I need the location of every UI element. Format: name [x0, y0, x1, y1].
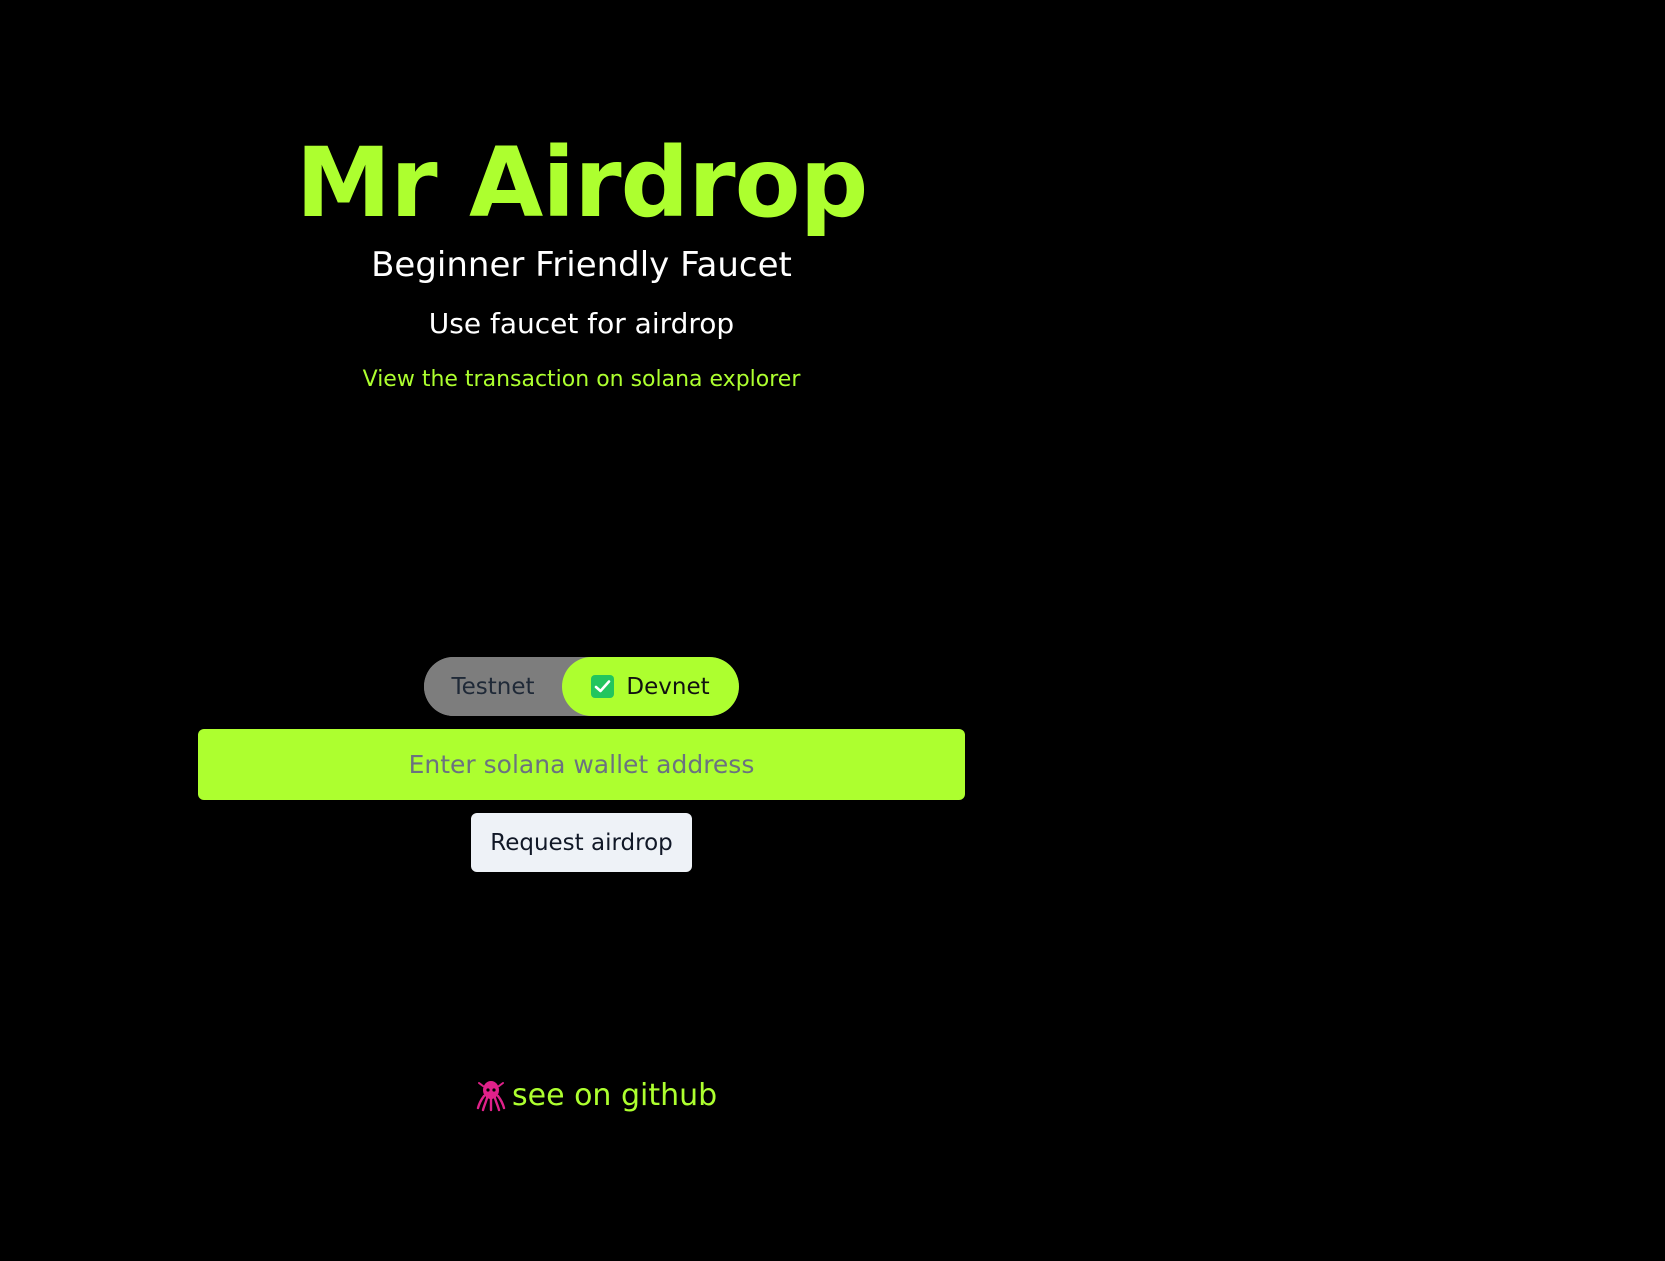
github-link[interactable]: see on github — [476, 1076, 717, 1116]
network-option-label: Devnet — [626, 673, 710, 700]
request-airdrop-button[interactable]: Request airdrop — [471, 813, 692, 872]
network-toggle: Testnet Devnet — [424, 657, 739, 716]
wallet-address-input[interactable] — [198, 729, 965, 800]
network-option-label: Testnet — [451, 673, 535, 700]
faucet-hint: Use faucet for airdrop — [428, 307, 735, 340]
faucet-page: Mr Airdrop Beginner Friendly Faucet Use … — [0, 0, 1665, 1261]
network-option-testnet[interactable]: Testnet — [424, 657, 562, 716]
page-title: Mr Airdrop — [295, 127, 869, 239]
checkmark-icon — [591, 675, 615, 698]
page-subtitle: Beginner Friendly Faucet — [371, 245, 792, 285]
github-link-label: see on github — [512, 1078, 718, 1113]
octopus-icon — [476, 1080, 506, 1112]
network-option-devnet[interactable]: Devnet — [562, 657, 739, 716]
explorer-link[interactable]: View the transaction on solana explorer — [198, 364, 965, 396]
